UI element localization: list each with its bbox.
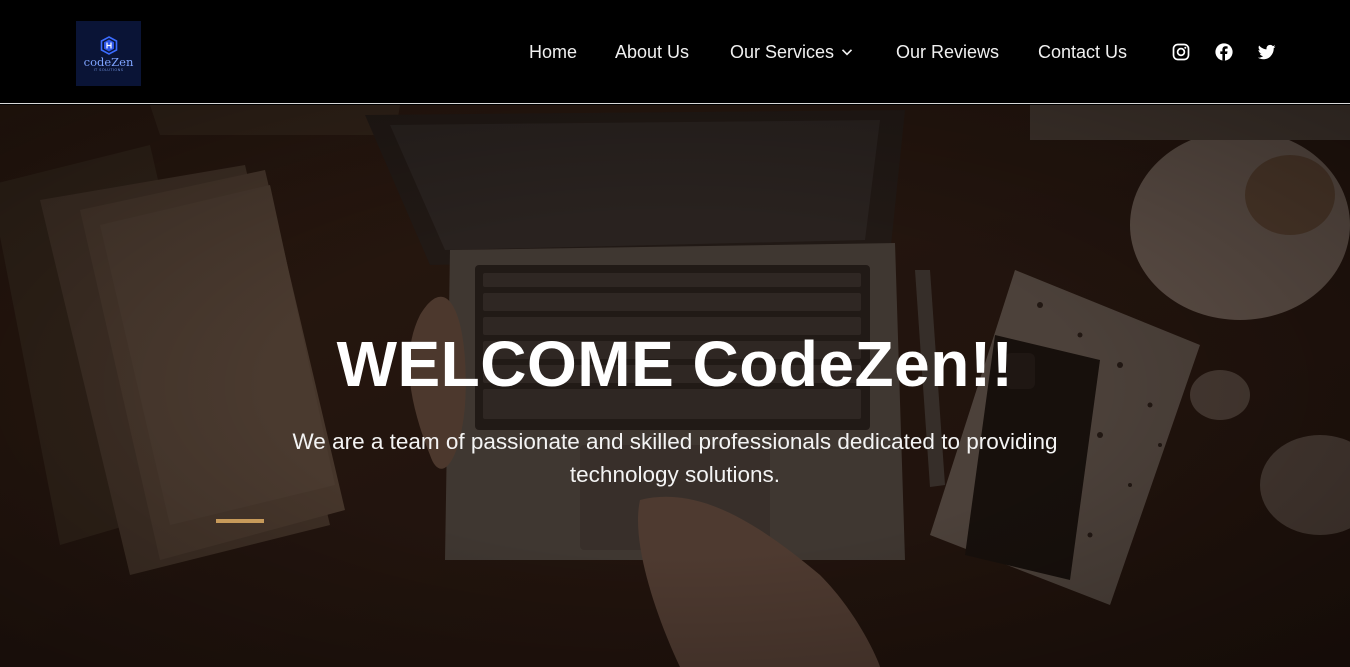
nav-home[interactable]: Home [529, 40, 577, 64]
chevron-down-icon [841, 49, 853, 56]
twitter-link[interactable] [1258, 43, 1276, 61]
nav-about-us[interactable]: About Us [615, 40, 689, 64]
twitter-icon [1258, 44, 1276, 60]
hero-divider [216, 519, 264, 523]
hero-subtitle: We are a team of passionate and skilled … [292, 429, 1058, 487]
main-navigation: Home About Us Our Services Our Reviews C… [0, 0, 1350, 104]
nav-our-services[interactable]: Our Services [730, 40, 854, 64]
hero-title: WELCOME CodeZen!! [336, 328, 1014, 400]
nav-our-services-label: Our Services [730, 42, 835, 62]
facebook-icon [1215, 43, 1233, 61]
nav-our-reviews[interactable]: Our Reviews [896, 40, 999, 64]
facebook-link[interactable] [1215, 43, 1233, 61]
hero-section: WELCOME CodeZen!! We are a team of passi… [0, 105, 1350, 667]
instagram-link[interactable] [1172, 43, 1190, 61]
instagram-icon [1172, 43, 1190, 61]
nav-contact-us[interactable]: Contact Us [1038, 40, 1127, 64]
site-header: codeZen IT SOLUTIONS Home About Us Our S… [0, 0, 1350, 104]
